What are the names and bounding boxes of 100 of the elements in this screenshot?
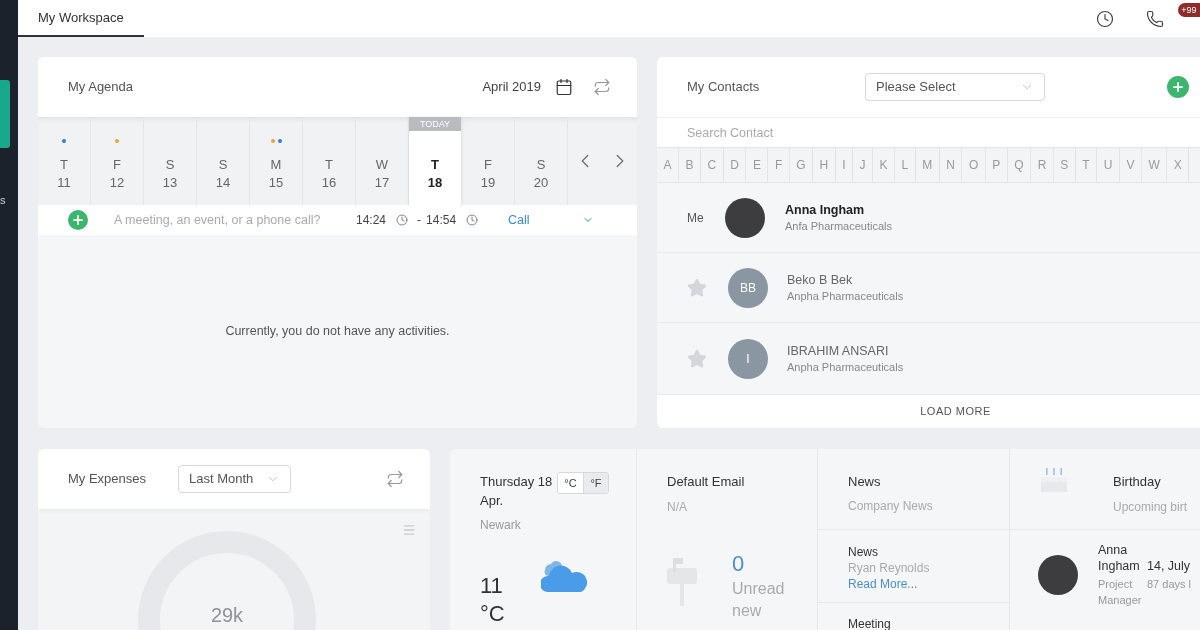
birthday-subtitle: Upcoming birt bbox=[1113, 499, 1188, 516]
clock-icon bbox=[466, 214, 479, 226]
date-label: 16 bbox=[321, 175, 337, 191]
activity-input[interactable]: A meeting, an event, or a phone call? bbox=[114, 210, 350, 230]
agenda-title: My Agenda bbox=[68, 78, 134, 97]
letter-filter[interactable]: S bbox=[1053, 148, 1076, 182]
letter-filter[interactable]: K bbox=[873, 148, 896, 182]
time-separator: - bbox=[417, 212, 422, 229]
activity-type-select[interactable]: Call bbox=[508, 210, 595, 230]
letter-filter[interactable]: F bbox=[768, 148, 790, 182]
weather-city: Newark bbox=[480, 517, 522, 534]
weekday-label: T bbox=[431, 157, 439, 173]
contact-name: Beko B Bek bbox=[787, 271, 854, 288]
letter-filter[interactable]: W bbox=[1141, 148, 1168, 182]
read-more-link[interactable]: Read More... bbox=[848, 577, 918, 591]
today-label: TODAY bbox=[409, 117, 461, 131]
add-button[interactable] bbox=[68, 210, 88, 230]
news-text: Ryan Reynolds Read More... bbox=[848, 560, 931, 592]
initials-avatar: I bbox=[728, 338, 768, 379]
letter-filter[interactable]: I bbox=[835, 148, 854, 182]
notification-badge: +99 bbox=[1178, 3, 1200, 17]
date-label: 14 bbox=[215, 175, 231, 191]
me-label: Me bbox=[687, 209, 705, 227]
plus-icon bbox=[71, 213, 85, 227]
star-icon[interactable] bbox=[687, 348, 707, 369]
clock-icon bbox=[396, 214, 409, 226]
person-role: Project Manager bbox=[1098, 577, 1143, 608]
letter-filter[interactable]: M bbox=[915, 148, 940, 182]
letter-filter[interactable]: N bbox=[939, 148, 963, 182]
expenses-total: 29k bbox=[209, 604, 245, 626]
refresh-icon[interactable] bbox=[386, 470, 404, 488]
letter-filter[interactable]: U bbox=[1097, 148, 1120, 182]
letter-filter[interactable]: Q bbox=[1007, 148, 1032, 182]
weekday-label: F bbox=[113, 157, 121, 173]
date-label: 11 bbox=[57, 175, 71, 191]
load-more-button[interactable]: LOAD MORE bbox=[657, 395, 1200, 428]
news-title: News bbox=[848, 544, 879, 560]
contacts-title: My Contacts bbox=[687, 78, 761, 97]
letter-filter[interactable]: P bbox=[985, 148, 1008, 182]
weekday-label: W bbox=[375, 157, 389, 173]
start-time-field[interactable]: 14:24 bbox=[356, 211, 409, 229]
plus-icon bbox=[1171, 80, 1185, 94]
letter-filter[interactable]: E bbox=[746, 148, 769, 182]
letter-filter[interactable]: V bbox=[1119, 148, 1142, 182]
contact-row[interactable]: Me Anna Ingham Anfa Pharmaceuticals bbox=[657, 183, 1200, 253]
letter-filter[interactable]: T bbox=[1075, 148, 1098, 182]
letter-filter[interactable]: O bbox=[962, 148, 986, 182]
clock-icon[interactable] bbox=[1096, 9, 1114, 28]
day-cell[interactable]: TODAY T 18 bbox=[409, 117, 462, 205]
search-field[interactable]: Search Contact bbox=[657, 117, 1200, 147]
weekday-label: T bbox=[60, 157, 68, 173]
date-label: 12 bbox=[109, 175, 125, 191]
temperature-value: 11 bbox=[480, 572, 504, 600]
date-label: 19 bbox=[480, 175, 496, 191]
avatar-placeholder bbox=[1038, 555, 1078, 595]
end-time-field[interactable]: 14:54 bbox=[426, 211, 479, 229]
letter-filter[interactable]: G bbox=[789, 148, 814, 182]
letter-filter[interactable]: R bbox=[1031, 148, 1054, 182]
avatar-placeholder bbox=[725, 197, 765, 238]
letter-filter[interactable]: X bbox=[1167, 148, 1190, 182]
initials-avatar: BB bbox=[728, 267, 768, 308]
letter-filter[interactable]: A bbox=[657, 148, 679, 182]
weekday-label: S bbox=[165, 157, 175, 173]
news-title: News bbox=[848, 473, 882, 491]
person-name: Anna Ingham bbox=[1098, 542, 1141, 574]
letter-filter[interactable]: B bbox=[679, 148, 702, 182]
unread-count: 0 bbox=[732, 550, 746, 578]
expenses-title: My Expenses bbox=[68, 470, 148, 489]
date-label: 15 bbox=[268, 175, 284, 191]
add-button[interactable] bbox=[1167, 76, 1189, 98]
weekday-label: M bbox=[270, 157, 282, 173]
period-select[interactable]: Last Month bbox=[178, 465, 291, 493]
unit-toggle[interactable]: °F bbox=[583, 473, 608, 493]
refresh-icon[interactable] bbox=[593, 78, 611, 96]
date-label: 17 bbox=[374, 175, 390, 191]
contact-row[interactable]: BB Beko B Bek Anpha Pharmaceuticals bbox=[657, 253, 1200, 323]
weekday-label: F bbox=[484, 157, 492, 173]
star-icon[interactable] bbox=[687, 277, 707, 298]
unread-label: Unread new bbox=[732, 579, 786, 621]
empty-message: Currently, you do not have any activities. bbox=[225, 323, 450, 341]
weekday-label: S bbox=[218, 157, 228, 173]
sidebar-item[interactable]: s bbox=[0, 192, 10, 208]
calendar-icon[interactable] bbox=[555, 78, 573, 96]
weekday-label: T bbox=[325, 157, 333, 173]
letter-filter[interactable]: L bbox=[895, 148, 916, 182]
news-title: Meeting bbox=[848, 616, 892, 630]
birthday-title: Birthday bbox=[1113, 473, 1162, 491]
birthday-date: 14, July bbox=[1147, 558, 1191, 574]
letter-filter[interactable]: J bbox=[853, 148, 874, 182]
letter-filter[interactable]: H bbox=[813, 148, 836, 182]
days-left: 87 days l bbox=[1147, 577, 1192, 592]
unit-toggle[interactable]: °C bbox=[558, 473, 583, 493]
weekday-label: S bbox=[536, 157, 546, 173]
letter-filter[interactable]: D bbox=[723, 148, 747, 182]
letter-filter[interactable]: C bbox=[701, 148, 724, 182]
cake-icon bbox=[1040, 468, 1068, 492]
email-address: N/A bbox=[667, 499, 688, 516]
contact-name: IBRAHIM ANSARI bbox=[787, 342, 890, 359]
group-select[interactable]: Please Select bbox=[865, 73, 1045, 101]
phone-icon[interactable] bbox=[1146, 9, 1164, 28]
